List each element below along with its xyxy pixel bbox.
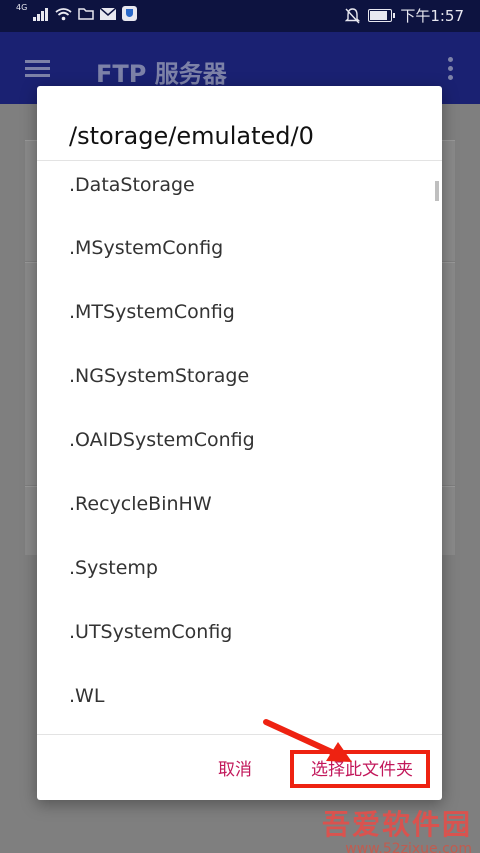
wifi-icon [55,7,72,20]
folder-item[interactable]: .MTSystemConfig [69,297,235,327]
status-left: 4G [16,3,138,21]
watermark: 吾爱软件园 www.52zixue.com [322,803,472,853]
watermark-url: www.52zixue.com [345,841,472,853]
cancel-button[interactable]: 取消 [207,750,263,790]
folder-item[interactable]: .WL [69,681,104,711]
clock: 下午1:57 [400,7,464,25]
scrollbar-thumb[interactable] [435,181,439,201]
status-right: 下午1:57 [345,5,464,26]
overflow-menu-icon[interactable] [448,57,454,81]
folder-item[interactable]: .DataStorage [69,170,195,200]
folder-picker-dialog: /storage/emulated/0 .DataStorage .MSyste… [37,86,442,800]
network-type-label: 4G [16,3,28,12]
status-bar: 4G 下午1:57 [0,0,480,32]
security-shield-icon [122,6,138,21]
battery-icon [368,9,396,22]
dialog-title-path: /storage/emulated/0 [69,122,314,150]
folder-list[interactable]: .DataStorage .MSystemConfig .MTSystemCon… [37,161,442,734]
mute-bell-icon [345,7,361,23]
mail-icon [100,7,117,20]
folder-notification-icon [78,8,95,20]
toolbar-title: FTP 服务器 [96,60,227,88]
folder-item[interactable]: .UTSystemConfig [69,617,232,647]
folder-item[interactable]: .MSystemConfig [69,233,223,263]
folder-item[interactable]: .RecycleBinHW [69,489,212,519]
annotation-highlight-box [290,750,430,788]
folder-item[interactable]: .OAIDSystemConfig [69,425,255,455]
divider [37,734,442,735]
watermark-logo: 吾爱软件园 [321,808,472,841]
signal-icon [33,7,49,21]
folder-item[interactable]: .Systemp [69,553,158,583]
hamburger-menu-icon[interactable] [25,60,50,78]
folder-item[interactable]: .NGSystemStorage [69,361,249,391]
screen: 4G 下午1:57 FTP 服务器 /storage/emulated/0 .D… [0,0,480,853]
